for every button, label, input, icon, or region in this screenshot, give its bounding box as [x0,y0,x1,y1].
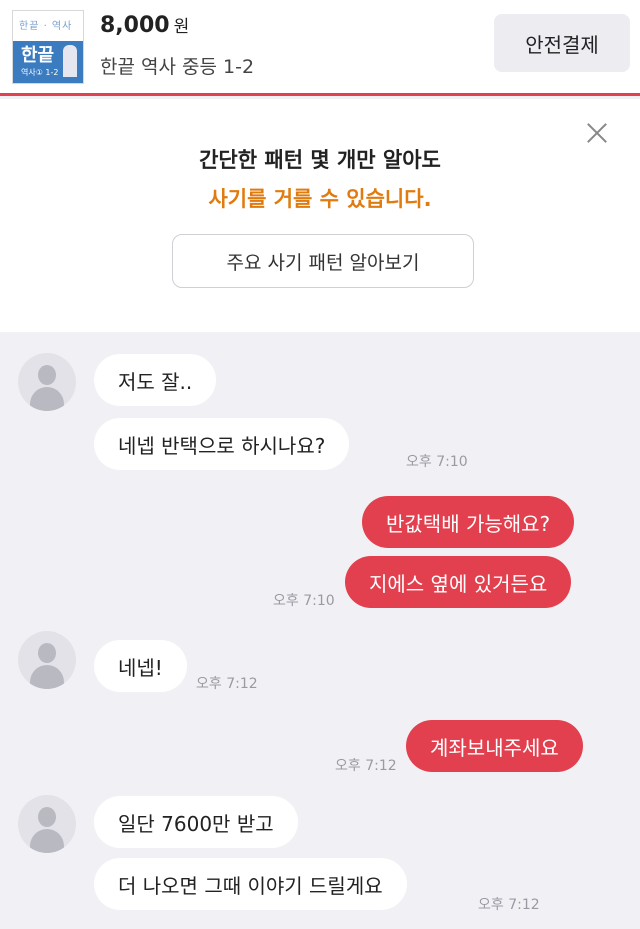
avatar-head [38,643,56,663]
outgoing-message-bubble[interactable]: 계좌보내주세요 [406,720,583,772]
avatar-head [38,807,56,827]
avatar-body [30,387,64,411]
avatar[interactable] [18,795,76,853]
thumbnail-top-band: 한끝 · 역사 [13,11,83,41]
message-timestamp: 오후 7:10 [406,454,468,470]
thumbnail-figure [63,45,77,77]
message-timestamp: 오후 7:10 [273,593,335,609]
message-timestamp: 오후 7:12 [478,897,540,913]
avatar[interactable] [18,353,76,411]
header-divider [0,93,640,96]
avatar-body [30,665,64,689]
thumbnail-title: 한끝 [21,45,55,66]
product-title: 한끝 역사 중등 1-2 [100,56,255,78]
avatar[interactable] [18,631,76,689]
thumbnail-top-text: 한끝 · 역사 [19,21,73,32]
notice-warning: 사기를 거를 수 있습니다. [208,187,432,211]
price-value: 8,000 [100,13,170,38]
product-thumbnail[interactable]: 한끝 · 역사 한끝 역사① 1-2 [12,10,84,84]
incoming-message-bubble[interactable]: 저도 잘.. [94,354,217,406]
product-header: 한끝 · 역사 한끝 역사① 1-2 8,000 원 한끝 역사 중등 1-2 안… [0,0,640,96]
incoming-message-bubble[interactable]: 일단 7600만 받고 [94,796,298,848]
incoming-message-bubble[interactable]: 네넵 반택으로 하시나요? [94,418,350,470]
outgoing-message-bubble[interactable]: 반값택배 가능해요? [362,496,575,548]
incoming-message-bubble[interactable]: 더 나오면 그때 이야기 드릴게요 [94,858,407,910]
notice-headline: 간단한 패턴 몇 개만 알아도 [199,148,441,172]
message-timestamp: 오후 7:12 [196,676,258,692]
price-currency: 원 [173,17,190,37]
product-price: 8,000 원 [100,10,189,42]
message-timestamp: 오후 7:12 [335,758,397,774]
fraud-patterns-button[interactable]: 주요 사기 패턴 알아보기 [172,234,474,288]
safe-payment-button[interactable]: 안전결제 [494,14,630,72]
avatar-body [30,829,64,853]
avatar-head [38,365,56,385]
outgoing-message-bubble[interactable]: 지에스 옆에 있거든요 [345,556,572,608]
close-icon[interactable] [584,120,610,146]
fraud-notice-panel [0,99,640,332]
thumbnail-bottom-text: 역사① 1-2 [21,68,59,77]
incoming-message-bubble[interactable]: 네넵! [94,640,187,692]
